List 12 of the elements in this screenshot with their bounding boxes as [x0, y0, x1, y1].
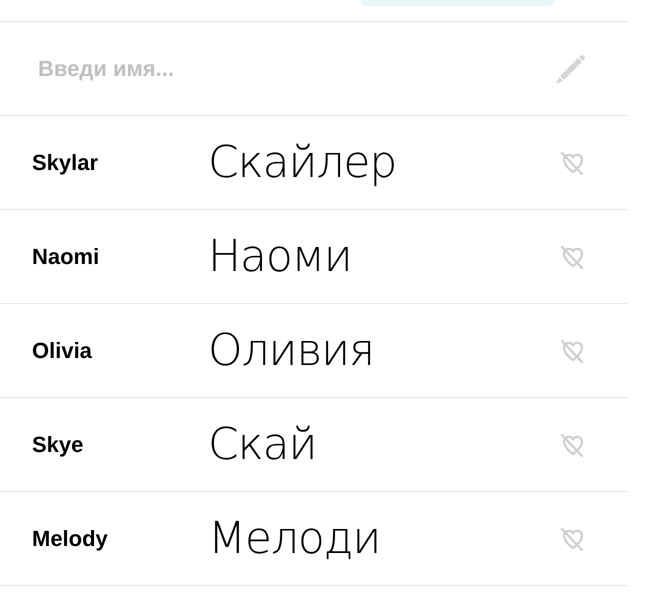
- russian-name: Мелоди: [208, 516, 382, 560]
- russian-name: Наоми: [208, 234, 353, 278]
- russian-name: Оливия: [208, 328, 375, 372]
- english-name: Skylar: [32, 149, 100, 177]
- english-name: Melody: [32, 525, 109, 553]
- name-input[interactable]: Введи имя...: [38, 52, 554, 85]
- name-input-field[interactable]: Введи имя...: [0, 22, 628, 116]
- russian-name: Скай: [208, 422, 318, 466]
- english-name: Naomi: [32, 243, 100, 271]
- english-name: Olivia: [32, 337, 93, 365]
- english-name: Skye: [32, 431, 84, 459]
- russian-name: Скайлер: [208, 140, 398, 184]
